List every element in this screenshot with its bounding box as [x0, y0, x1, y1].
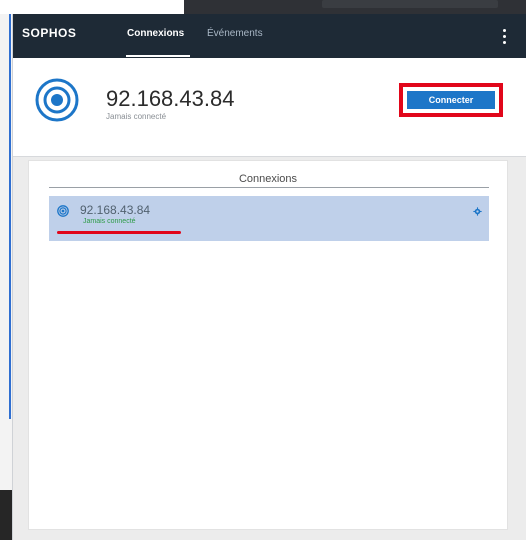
connect-button[interactable]: Connecter: [399, 83, 503, 117]
selected-connection-status: Jamais connecté: [106, 112, 167, 121]
section-divider: [49, 187, 489, 188]
tab-connexions[interactable]: Connexions: [127, 28, 184, 39]
connections-section-title: Connexions: [238, 173, 298, 185]
desktop-search-field: [322, 0, 498, 8]
target-icon: [35, 78, 79, 122]
desktop-top-left: [0, 0, 184, 14]
sophos-connect-window: SOPHOS Connexions Événements 92.168.43.8…: [12, 14, 526, 540]
brand-logo: SOPHOS: [22, 26, 77, 40]
gear-icon[interactable]: [473, 207, 482, 216]
target-icon: [57, 205, 69, 217]
desktop-bottom-left: [0, 490, 12, 540]
connection-item-ip: 92.168.43.84: [80, 203, 151, 217]
connection-list-item[interactable]: 92.168.43.84 Jamais connecté: [49, 196, 489, 241]
desktop-left-accent: [9, 14, 11, 419]
connections-panel: Connexions 92.168.43.84 Jamais connecté: [28, 160, 508, 530]
connection-header: 92.168.43.84 Jamais connecté Connecter: [13, 58, 526, 157]
selected-connection-ip: 92.168.43.84: [106, 86, 235, 111]
top-navigation: SOPHOS Connexions Événements: [13, 14, 526, 58]
connection-item-status: Jamais connecté: [83, 218, 136, 225]
tab-evenements[interactable]: Événements: [207, 28, 263, 39]
connect-button-label: Connecter: [407, 91, 495, 109]
active-tab-indicator: [126, 55, 190, 57]
red-highlight-underline: [57, 231, 181, 234]
kebab-menu-icon[interactable]: [499, 28, 509, 46]
